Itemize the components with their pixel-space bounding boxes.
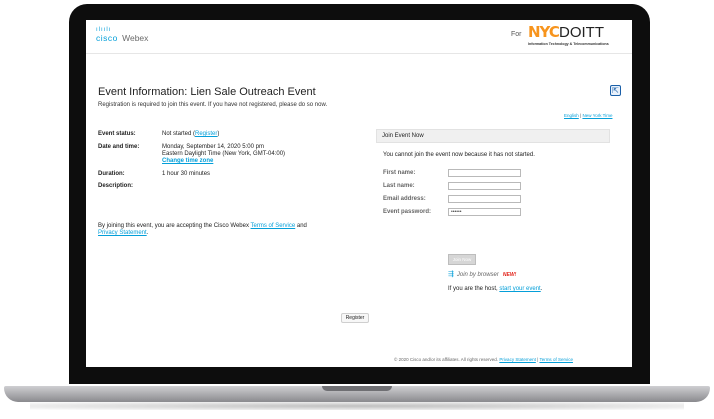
host-suffix: . (540, 286, 543, 292)
laptop-shadow (30, 402, 684, 410)
datetime-label: Date and time: (98, 144, 140, 150)
event-password-label: Event password: (383, 209, 432, 215)
footer-privacy-link[interactable]: Privacy Statement (499, 357, 536, 362)
language-timezone-links: English | New York Time (564, 113, 612, 118)
last-name-input[interactable] (448, 182, 521, 190)
page-title: Event Information: Lien Sale Outreach Ev… (98, 86, 316, 98)
status-text: Not started ( (162, 131, 196, 137)
nyc-logo-text: NYC (528, 23, 560, 41)
cisco-brand: cisco (96, 33, 118, 43)
site-header: ılıılı cisco Webex For NYC DOITT Informa… (86, 20, 632, 54)
email-input[interactable] (448, 195, 521, 203)
join-panel-header: Join Event Now (376, 129, 610, 143)
doitt-subtitle: Information Technology & Telecommunicati… (528, 42, 609, 46)
status-value: Not started (Register) (162, 131, 362, 138)
email-label: Email address: (383, 196, 426, 202)
registration-note: Registration is required to join this ev… (98, 102, 328, 108)
host-prefix: If you are the host, (448, 286, 500, 292)
copyright: © 2020 Cisco and/or its affiliates. All … (394, 357, 499, 362)
timezone-link[interactable]: New York Time (582, 113, 612, 118)
datetime-line2: Eastern Daylight Time (New York, GMT-04:… (162, 151, 286, 157)
join-status-message: You cannot join the event now because it… (383, 152, 535, 158)
share-icon[interactable]: ⇱ (610, 85, 621, 96)
start-event-link[interactable]: start your event (499, 286, 540, 292)
terms-of-service-link[interactable]: Terms of Service (251, 223, 296, 229)
cisco-webex-logo[interactable]: ılıılı cisco Webex (96, 27, 148, 43)
first-name-input[interactable] (448, 169, 521, 177)
last-name-label: Last name: (383, 183, 415, 189)
laptop-notch (322, 386, 392, 391)
page-footer: © 2020 Cisco and/or its affiliates. All … (394, 357, 573, 362)
new-badge: NEW! (502, 272, 517, 278)
join-by-browser[interactable]: ⇶ Join by browser NEW! (448, 270, 516, 278)
browser-screen: ılıılı cisco Webex For NYC DOITT Informa… (86, 20, 632, 367)
webex-product: Webex (122, 33, 149, 43)
doitt-logo-text: DOITT (559, 24, 604, 41)
join-event-panel: Join Event Now You cannot join the event… (376, 129, 610, 292)
terms-suffix: . (146, 230, 149, 236)
terms-notice: By joining this event, you are accepting… (98, 223, 358, 237)
terms-middle: and (295, 223, 307, 229)
register-link[interactable]: Register (195, 131, 217, 137)
datetime-line1: Monday, September 14, 2020 5:00 pm (162, 144, 264, 150)
join-by-browser-label: Join by browser (456, 272, 499, 278)
terms-prefix: By joining this event, you are accepting… (98, 223, 251, 229)
host-note: If you are the host, start your event. (448, 286, 542, 292)
footer-terms-link[interactable]: Terms of Service (539, 357, 573, 362)
status-close: ) (217, 131, 220, 137)
register-button[interactable]: Register (341, 313, 369, 323)
status-label: Event status: (98, 131, 136, 137)
datetime-value: Monday, September 14, 2020 5:00 pm Easte… (162, 144, 362, 165)
duration-label: Duration: (98, 171, 125, 177)
event-password-input[interactable]: •••••• (448, 208, 521, 216)
change-timezone-link[interactable]: Change time zone (162, 158, 213, 164)
description-label: Description: (98, 183, 134, 189)
join-now-button[interactable]: Join Now (448, 254, 476, 265)
privacy-statement-link[interactable]: Privacy Statement (98, 230, 147, 236)
for-label: For (511, 31, 522, 38)
duration-value: 1 hour 30 minutes (162, 171, 211, 177)
browser-icon: ⇶ (448, 271, 454, 278)
language-link[interactable]: English (564, 113, 579, 118)
nyc-doitt-logo: NYC DOITT Information Technology & Telec… (528, 25, 626, 49)
first-name-label: First name: (383, 170, 416, 176)
